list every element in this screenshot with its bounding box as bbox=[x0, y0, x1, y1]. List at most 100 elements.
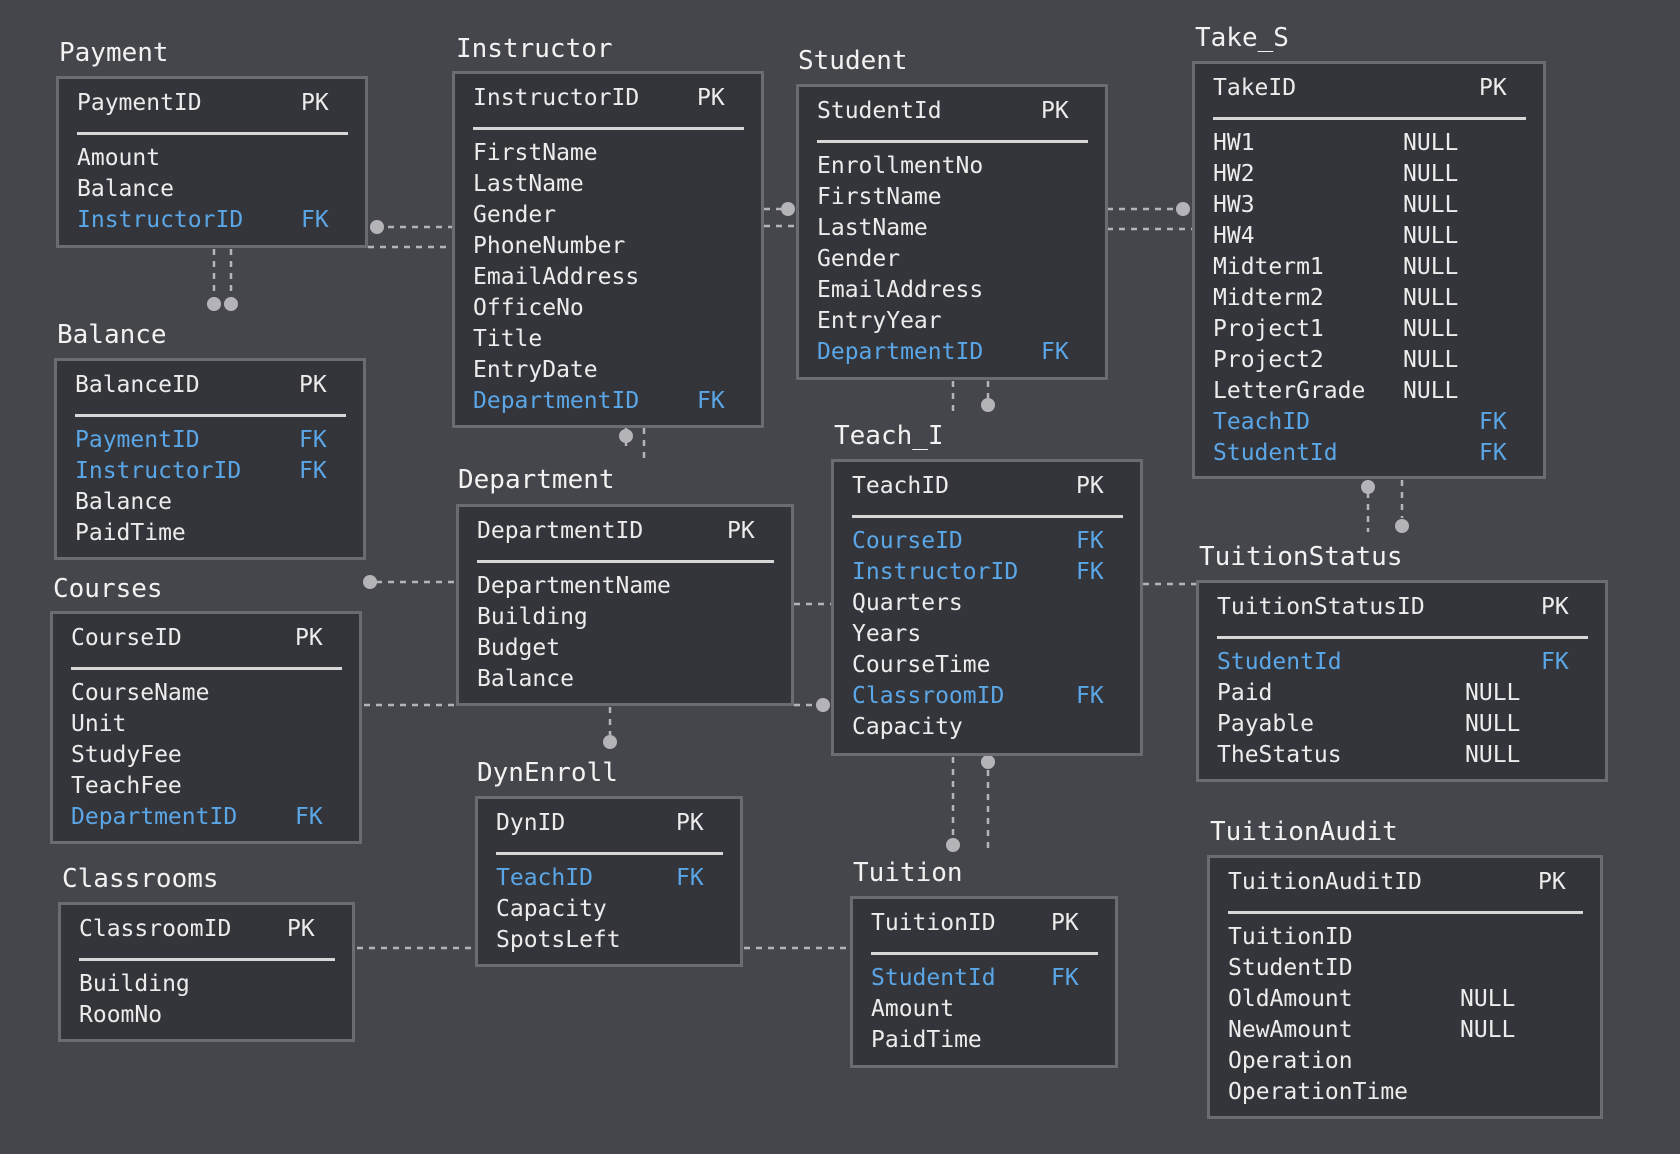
field-name: Balance bbox=[477, 666, 574, 692]
entity-classrooms[interactable]: ClassroomID PK Building RoomNo bbox=[58, 902, 355, 1042]
primary-key-tag: PK bbox=[1041, 98, 1069, 124]
field-tag: NULL bbox=[1403, 192, 1459, 218]
primary-key-name: TeachID bbox=[852, 473, 949, 499]
field-name: HW3 bbox=[1213, 192, 1255, 218]
field-tag: NULL bbox=[1403, 223, 1459, 249]
table-title-courses: Courses bbox=[53, 574, 163, 604]
primary-key-tag: PK bbox=[299, 372, 327, 398]
connector-dot bbox=[207, 297, 221, 311]
field-name: StudentId bbox=[1217, 649, 1342, 675]
field-name: HW1 bbox=[1213, 130, 1255, 156]
field-tag: NULL bbox=[1460, 986, 1516, 1012]
entity-instructor[interactable]: InstructorID PK FirstName LastName Gende… bbox=[452, 71, 764, 428]
primary-key-name: DepartmentID bbox=[477, 518, 644, 544]
field-tag: NULL bbox=[1465, 680, 1521, 706]
field-tag: NULL bbox=[1403, 316, 1459, 342]
primary-key-tag: PK bbox=[301, 90, 329, 116]
connector-dot bbox=[224, 297, 238, 311]
field-name: PhoneNumber bbox=[473, 233, 626, 259]
table-title-dynenroll: DynEnroll bbox=[477, 758, 618, 788]
field-name: StudentID bbox=[1228, 955, 1353, 981]
field-name: CourseTime bbox=[852, 652, 991, 678]
field-tag: NULL bbox=[1465, 711, 1521, 737]
key-separator bbox=[1217, 636, 1588, 639]
entity-teach-i[interactable]: TeachID PK CourseID FK InstructorID FK Q… bbox=[831, 459, 1143, 756]
field-name: TheStatus bbox=[1217, 742, 1342, 768]
field-name: TeachID bbox=[1213, 409, 1310, 435]
field-name: RoomNo bbox=[79, 1002, 163, 1028]
primary-key-name: TuitionID bbox=[871, 910, 996, 936]
connector-dot bbox=[981, 398, 995, 412]
field-name: DepartmentName bbox=[477, 573, 671, 599]
primary-key-name: CourseID bbox=[71, 625, 182, 651]
field-name: Amount bbox=[77, 145, 161, 171]
primary-key-tag: PK bbox=[1076, 473, 1104, 499]
field-name: DepartmentID bbox=[817, 339, 984, 365]
key-separator bbox=[77, 132, 348, 135]
field-name: OldAmount bbox=[1228, 986, 1353, 1012]
field-tag: NULL bbox=[1460, 1017, 1516, 1043]
primary-key-tag: PK bbox=[287, 916, 315, 942]
field-tag: NULL bbox=[1403, 254, 1459, 280]
field-name: OfficeNo bbox=[473, 295, 584, 321]
field-name: OperationTime bbox=[1228, 1079, 1409, 1105]
table-title-department: Department bbox=[458, 465, 615, 495]
key-separator bbox=[79, 958, 335, 961]
entity-payment[interactable]: PaymentID PK Amount Balance InstructorID… bbox=[56, 76, 368, 248]
entity-take-s[interactable]: TakeID PK HW1 NULL HW2 NULL HW3 NULL HW4… bbox=[1192, 61, 1546, 479]
connector-dot bbox=[981, 755, 995, 769]
key-separator bbox=[1228, 911, 1583, 914]
field-name: LastName bbox=[473, 171, 584, 197]
field-name: LastName bbox=[817, 215, 928, 241]
table-title-student: Student bbox=[798, 46, 908, 76]
table-title-instructor: Instructor bbox=[456, 34, 613, 64]
table-title-teach-i: Teach_I bbox=[834, 421, 944, 451]
field-name: EnrollmentNo bbox=[817, 153, 984, 179]
connector-dot bbox=[816, 698, 830, 712]
primary-key-tag: PK bbox=[676, 810, 704, 836]
field-tag: FK bbox=[1051, 965, 1079, 991]
key-separator bbox=[75, 414, 346, 417]
primary-key-tag: PK bbox=[1541, 594, 1569, 620]
field-name: Midterm2 bbox=[1213, 285, 1324, 311]
entity-dynenroll[interactable]: DynID PK TeachID FK Capacity SpotsLeft bbox=[475, 796, 743, 967]
primary-key-name: ClassroomID bbox=[79, 916, 232, 942]
field-tag: FK bbox=[1076, 528, 1104, 554]
table-title-take-s: Take_S bbox=[1195, 23, 1289, 53]
field-name: Budget bbox=[477, 635, 561, 661]
field-name: DepartmentID bbox=[473, 388, 640, 414]
entity-tuition[interactable]: TuitionID PK StudentId FK Amount PaidTim… bbox=[850, 896, 1118, 1068]
field-name: ClassroomID bbox=[852, 683, 1005, 709]
field-name: Capacity bbox=[496, 896, 607, 922]
field-name: Project2 bbox=[1213, 347, 1324, 373]
entity-department[interactable]: DepartmentID PK DepartmentName Building … bbox=[456, 504, 794, 706]
key-separator bbox=[871, 952, 1098, 955]
field-name: PaidTime bbox=[871, 1027, 982, 1053]
field-name: LetterGrade bbox=[1213, 378, 1366, 404]
field-name: TeachID bbox=[496, 865, 593, 891]
primary-key-tag: PK bbox=[1051, 910, 1079, 936]
field-name: Building bbox=[79, 971, 190, 997]
entity-tuitionaudit[interactable]: TuitionAuditID PK TuitionID StudentID Ol… bbox=[1207, 855, 1603, 1119]
entity-courses[interactable]: CourseID PK CourseName Unit StudyFee Tea… bbox=[50, 611, 362, 844]
primary-key-name: TuitionAuditID bbox=[1228, 869, 1422, 895]
key-separator bbox=[477, 560, 774, 563]
field-tag: NULL bbox=[1403, 347, 1459, 373]
field-name: Balance bbox=[75, 489, 172, 515]
field-tag: NULL bbox=[1465, 742, 1521, 768]
field-name: DepartmentID bbox=[71, 804, 238, 830]
field-name: EmailAddress bbox=[817, 277, 984, 303]
entity-balance[interactable]: BalanceID PK PaymentID FK InstructorID F… bbox=[54, 358, 366, 560]
field-name: Payable bbox=[1217, 711, 1314, 737]
field-tag: FK bbox=[1479, 440, 1507, 466]
key-separator bbox=[496, 852, 723, 855]
primary-key-tag: PK bbox=[697, 85, 725, 111]
connector-dot bbox=[946, 838, 960, 852]
field-name: Title bbox=[473, 326, 543, 352]
primary-key-name: BalanceID bbox=[75, 372, 200, 398]
connector-dot bbox=[1361, 480, 1375, 494]
field-tag: FK bbox=[1541, 649, 1569, 675]
entity-student[interactable]: StudentId PK EnrollmentNo FirstName Last… bbox=[796, 84, 1108, 380]
entity-tuitionstatus[interactable]: TuitionStatusID PK StudentId FK Paid NUL… bbox=[1196, 580, 1608, 782]
field-name: InstructorID bbox=[75, 458, 242, 484]
